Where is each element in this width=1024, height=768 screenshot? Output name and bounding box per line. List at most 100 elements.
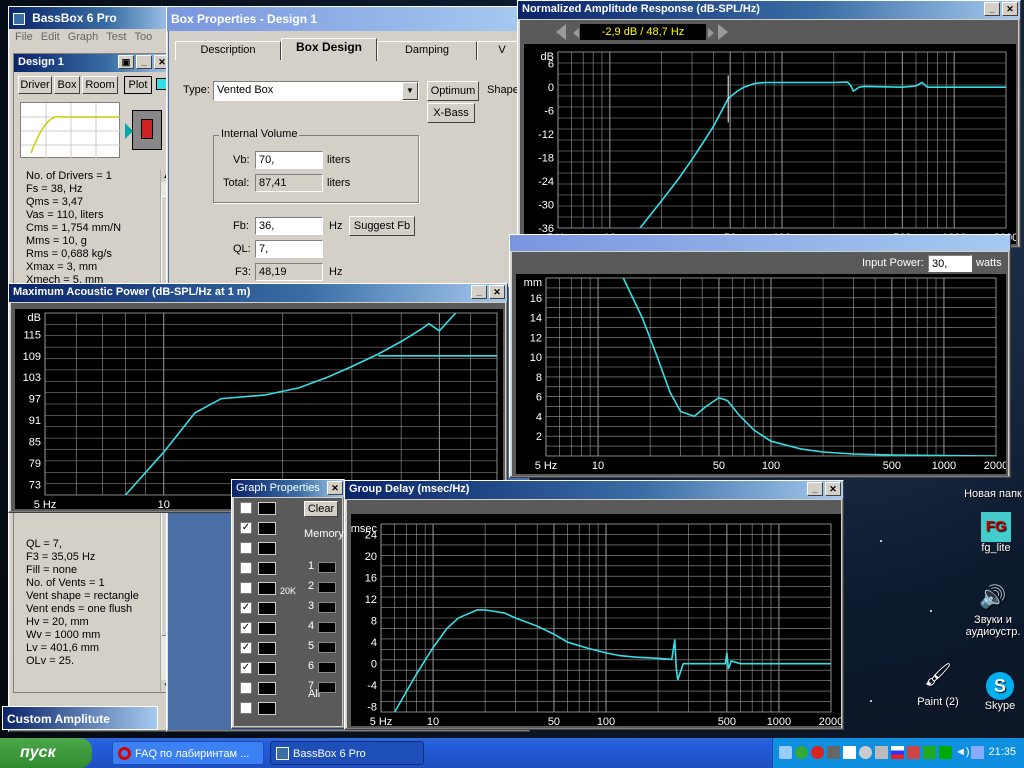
ql-input[interactable]: 7,	[255, 240, 323, 258]
input-power-input[interactable]: 30,	[928, 255, 972, 272]
start-button[interactable]: пуск	[0, 738, 92, 768]
tray-icon[interactable]	[827, 746, 840, 759]
memory-slot-button[interactable]	[318, 622, 336, 633]
desktop-icon-paint[interactable]: 🖌 Paint (2)	[910, 662, 966, 708]
tray-icon[interactable]	[779, 746, 792, 759]
tray-icon[interactable]	[923, 746, 936, 759]
memory-slot-button[interactable]	[318, 582, 336, 593]
memory-slot-button[interactable]	[318, 562, 336, 573]
graph-option-checkbox[interactable]: ✓	[240, 622, 252, 634]
x-tick-label: 100	[762, 460, 780, 472]
param-line: Xmax = 3, mm	[26, 261, 98, 273]
y-unit-label: dB	[541, 51, 554, 63]
gd-title-bar: Group Delay (msec/Hz) _ ✕	[345, 481, 843, 499]
tab-driver[interactable]: Driver	[18, 76, 52, 94]
fb-input[interactable]: 36,	[255, 217, 323, 235]
cursor-left-small-icon[interactable]	[568, 28, 579, 38]
tab-room[interactable]: Room	[82, 76, 118, 94]
graph-option-checkbox[interactable]	[240, 542, 252, 554]
graph-option-checkbox[interactable]	[240, 682, 252, 694]
memory-slot-button[interactable]	[318, 662, 336, 673]
excursion-chart[interactable]: 16 14 12 10 8 6 4 2 mm 5 Hz 10 50 100 500 1000 2000	[516, 274, 1006, 474]
memory-slot-button[interactable]	[318, 602, 336, 613]
cursor-right-icon[interactable]	[718, 24, 736, 40]
param-line: Fill = none	[26, 564, 78, 576]
suggest-fb-button[interactable]: Suggest Fb	[349, 216, 415, 236]
minimize-icon[interactable]: _	[984, 2, 1000, 16]
menu-graph[interactable]: Graph	[68, 31, 99, 45]
menu-tools[interactable]: Too	[134, 31, 152, 45]
tab-description[interactable]: Description	[175, 41, 281, 60]
tray-icon[interactable]	[843, 746, 856, 759]
type-select[interactable]: Vented Box ▼	[213, 81, 419, 101]
desktop-icon-sounds[interactable]: 🔊 Звуки и аудиоустр.	[962, 584, 1024, 638]
minimize-icon[interactable]: _	[471, 285, 487, 299]
y-tick-label: 0	[548, 82, 554, 94]
tray-icon[interactable]	[795, 746, 808, 759]
tab-box[interactable]: Box	[54, 76, 80, 94]
group-delay-chart[interactable]: 24 20 16 12 8 4 0 -4 -8 msec 5 Hz 10 50 100 500 1000 200…	[351, 514, 841, 726]
tray-icon[interactable]	[939, 746, 952, 759]
param-line: Vent shape = rectangle	[26, 590, 139, 602]
task-opera[interactable]: FAQ по лабиринтам ...	[112, 741, 264, 765]
tray-icon[interactable]	[859, 746, 872, 759]
menu-file[interactable]: File	[15, 31, 33, 45]
excursion-body: Input Power: 30, watts 16 14 12 10 8 6 4 2 mm 5 H…	[512, 252, 1008, 476]
close-icon[interactable]: ✕	[825, 482, 841, 496]
desktop-icon-fg-lite[interactable]: FG fg_lite	[968, 512, 1024, 554]
y-tick-label: -30	[538, 200, 554, 212]
nar-readout: -2,9 dB / 48,7 Hz	[580, 24, 706, 40]
nar-title: Normalized Amplitude Response (dB-SPL/Hz…	[522, 3, 760, 15]
clear-button[interactable]: Clear	[304, 501, 338, 517]
chevron-down-icon[interactable]: ▼	[402, 82, 418, 100]
desktop-icon-new-folder[interactable]: Новая папк	[962, 488, 1024, 500]
tab-damping[interactable]: Damping	[377, 41, 477, 60]
close-icon[interactable]: ✕	[1002, 2, 1018, 16]
xbass-button[interactable]: X-Bass	[427, 103, 475, 123]
cursor-left-icon[interactable]	[548, 24, 566, 40]
param-line: Rms = 0,688 kg/s	[26, 248, 112, 260]
y-tick-label: 8	[371, 616, 377, 628]
nar-chart[interactable]: 60-6-12-18-24-30-36dB5 Hz105010050010002…	[524, 44, 1016, 244]
tray-icon[interactable]	[875, 746, 888, 759]
tab-box-design[interactable]: Box Design	[281, 38, 377, 61]
graph-option-icon	[258, 662, 276, 675]
tab-plot[interactable]: Plot	[124, 76, 152, 94]
menu-test[interactable]: Test	[106, 31, 126, 45]
optimum-button[interactable]: Optimum	[427, 81, 479, 101]
memory-slot-button[interactable]	[318, 682, 336, 693]
graph-option-checkbox[interactable]	[240, 502, 252, 514]
close-icon[interactable]: ✕	[327, 481, 343, 495]
desktop-icon-skype[interactable]: S Skype	[976, 672, 1024, 712]
graph-option-checkbox[interactable]: ✓	[240, 522, 252, 534]
mini-response-graph	[21, 103, 121, 159]
y-unit-label: msec	[351, 523, 377, 535]
graph-option-icon	[258, 582, 276, 595]
tray-icon[interactable]	[907, 746, 920, 759]
memory-slot-label: 7	[308, 680, 315, 692]
task-bassbox[interactable]: BassBox 6 Pro	[270, 741, 424, 765]
restore-icon[interactable]: ▣	[118, 55, 134, 69]
graph-option-checkbox[interactable]: ✓	[240, 602, 252, 614]
menu-bar: File Edit Graph Test Too	[9, 29, 175, 47]
minimize-icon[interactable]: _	[807, 482, 823, 496]
custom-amplitude-minimized[interactable]: Custom Amplitute	[2, 706, 158, 730]
internal-volume-label: Internal Volume	[219, 128, 300, 140]
close-icon[interactable]: ✕	[489, 285, 505, 299]
graph-option-checkbox[interactable]: ✓	[240, 642, 252, 654]
graph-option-checkbox[interactable]: ✓	[240, 662, 252, 674]
graph-option-checkbox[interactable]	[240, 562, 252, 574]
menu-edit[interactable]: Edit	[41, 31, 60, 45]
bassbox-app-icon	[13, 13, 25, 26]
graph-option-checkbox[interactable]	[240, 582, 252, 594]
f3-label: F3:	[235, 266, 251, 278]
memory-slot-button[interactable]	[318, 642, 336, 653]
graph-option-checkbox[interactable]	[240, 702, 252, 714]
vb-input[interactable]: 70,	[255, 151, 323, 169]
tray-icon[interactable]	[811, 746, 824, 759]
mini-response-thumbnail[interactable]	[20, 102, 121, 159]
minimize-icon[interactable]: _	[136, 55, 152, 69]
tray-icon[interactable]	[891, 746, 904, 759]
volume-icon[interactable]: ◄)	[955, 746, 970, 759]
tray-icon[interactable]	[971, 746, 984, 759]
